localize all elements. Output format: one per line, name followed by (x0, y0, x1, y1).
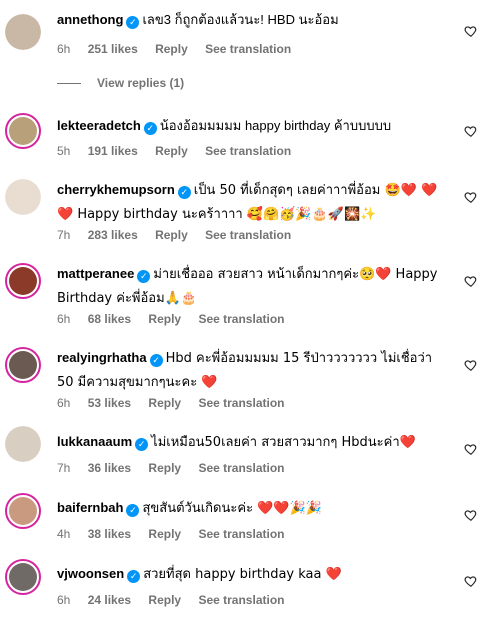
verified-badge-icon: ✓ (135, 438, 149, 451)
comment-time: 6h (57, 396, 71, 410)
comment-username[interactable]: lukkanaaum (57, 434, 132, 449)
comment-meta: 5h 191 likes Reply See translation (57, 144, 305, 158)
like-heart-icon[interactable] (464, 24, 478, 38)
likes-count[interactable]: 251 likes (88, 42, 138, 56)
avatar[interactable] (5, 263, 41, 299)
comment-username[interactable]: lekteeradetch (57, 118, 141, 133)
comment-meta: 7h 36 likes Reply See translation (57, 461, 298, 475)
avatar-image (9, 117, 37, 145)
comment-body: vjwoonsen ✓ สวยที่สุด happy birthday kaa ❤… (57, 562, 445, 586)
likes-count[interactable]: 24 likes (88, 593, 131, 607)
avatar[interactable] (5, 113, 41, 149)
reply-button[interactable]: Reply (148, 593, 181, 607)
comment-meta: 6h 53 likes Reply See translation (57, 396, 298, 410)
comment-username[interactable]: realyingrhatha (57, 350, 147, 365)
comment-body: mattperanee ✓ ม่ายเชื่อออ สวยสาว หน้าเด็กม… (57, 262, 445, 310)
comment-meta: 6h 68 likes Reply See translation (57, 312, 298, 326)
comment-body: cherrykhemupsorn ✓ เป็น 50 ที่เด็กสุดๆ เลย… (57, 178, 445, 226)
see-translation-link[interactable]: See translation (198, 312, 284, 326)
comment-username[interactable]: baifernbah (57, 500, 123, 515)
comment-time: 6h (57, 593, 71, 607)
likes-count[interactable]: 36 likes (88, 461, 131, 475)
see-translation-link[interactable]: See translation (205, 228, 291, 242)
comment-username[interactable]: cherrykhemupsorn (57, 182, 175, 197)
avatar-image (5, 426, 41, 462)
likes-count[interactable]: 53 likes (88, 396, 131, 410)
comment-meta: 6h 251 likes Reply See translation (57, 42, 305, 56)
verified-badge-icon: ✓ (149, 354, 163, 367)
verified-badge-icon: ✓ (126, 16, 140, 29)
avatar[interactable] (5, 347, 41, 383)
comment-meta: 6h 24 likes Reply See translation (57, 593, 298, 607)
reply-button[interactable]: Reply (148, 461, 181, 475)
likes-count[interactable]: 68 likes (88, 312, 131, 326)
like-heart-icon[interactable] (464, 274, 478, 288)
verified-badge-icon: ✓ (127, 570, 141, 583)
comment-text: ไม่เหมือน50เลยค่า สวยสาวมากๆ Hbdนะค่า❤️ (151, 435, 416, 450)
see-translation-link[interactable]: See translation (205, 42, 291, 56)
reply-button[interactable]: Reply (148, 396, 181, 410)
avatar-image (5, 14, 41, 50)
comment-text: สุขสันต์วันเกิดนะค่ะ ❤️❤️🎉🎉 (142, 501, 322, 516)
like-heart-icon[interactable] (464, 358, 478, 372)
avatar[interactable] (5, 14, 41, 50)
comment-time: 7h (57, 228, 71, 242)
comment-username[interactable]: annethong (57, 12, 123, 27)
avatar[interactable] (5, 179, 41, 215)
avatar-image (9, 497, 37, 525)
comment-body: lekteeradetch ✓ น้องอ้อมมมมม happy birthda… (57, 114, 445, 137)
verified-badge-icon: ✓ (143, 122, 157, 135)
comment-username[interactable]: mattperanee (57, 266, 134, 281)
see-translation-link[interactable]: See translation (198, 593, 284, 607)
avatar[interactable] (5, 493, 41, 529)
comment-text: สวยที่สุด happy birthday kaa ❤️ (143, 567, 342, 582)
comment-time: 5h (57, 144, 71, 158)
verified-badge-icon: ✓ (126, 504, 140, 517)
comment-body: lukkanaaum ✓ ไม่เหมือน50เลยค่า สวยสาวมากๆ … (57, 430, 445, 454)
view-replies-label: View replies (1) (97, 76, 185, 90)
like-heart-icon[interactable] (464, 442, 478, 456)
avatar-image (9, 563, 37, 591)
comment-meta: 4h 38 likes Reply See translation (57, 527, 298, 541)
reply-button[interactable]: Reply (155, 144, 188, 158)
comment-text: เลข3 ก็ถูกต้องแล้วนะ! HBD นะอ้อม (142, 12, 339, 27)
comment-body: annethong ✓ เลข3 ก็ถูกต้องแล้วนะ! HBD นะอ้… (57, 8, 445, 31)
see-translation-link[interactable]: See translation (198, 527, 284, 541)
like-heart-icon[interactable] (464, 124, 478, 138)
like-heart-icon[interactable] (464, 508, 478, 522)
verified-badge-icon: ✓ (177, 186, 191, 199)
comment-text: น้องอ้อมมมมม happy birthday ค้าบบบบบ (159, 118, 392, 133)
likes-count[interactable]: 283 likes (88, 228, 138, 242)
avatar-image (5, 179, 41, 215)
reply-button[interactable]: Reply (155, 228, 188, 242)
avatar-image (9, 351, 37, 379)
comment-time: 6h (57, 42, 71, 56)
avatar-image (9, 267, 37, 295)
comment-meta: 7h 283 likes Reply See translation (57, 228, 305, 242)
avatar[interactable] (5, 426, 41, 462)
avatar[interactable] (5, 559, 41, 595)
like-heart-icon[interactable] (464, 574, 478, 588)
likes-count[interactable]: 38 likes (88, 527, 131, 541)
reply-button[interactable]: Reply (148, 312, 181, 326)
see-translation-link[interactable]: See translation (205, 144, 291, 158)
comment-body: baifernbah ✓ สุขสันต์วันเกิดนะค่ะ ❤️❤️🎉🎉 (57, 496, 445, 520)
comment-username[interactable]: vjwoonsen (57, 566, 124, 581)
reply-button[interactable]: Reply (155, 42, 188, 56)
reply-button[interactable]: Reply (148, 527, 181, 541)
see-translation-link[interactable]: See translation (198, 461, 284, 475)
replies-divider (57, 83, 81, 85)
see-translation-link[interactable]: See translation (198, 396, 284, 410)
comment-time: 6h (57, 312, 71, 326)
view-replies-button[interactable]: View replies (1) (57, 76, 184, 90)
verified-badge-icon: ✓ (137, 270, 151, 283)
comment-time: 7h (57, 461, 71, 475)
likes-count[interactable]: 191 likes (88, 144, 138, 158)
comment-body: realyingrhatha ✓ Hbd คะพี่อ้อมมมมม 15 รีป่… (57, 346, 445, 394)
comment-time: 4h (57, 527, 71, 541)
like-heart-icon[interactable] (464, 190, 478, 204)
